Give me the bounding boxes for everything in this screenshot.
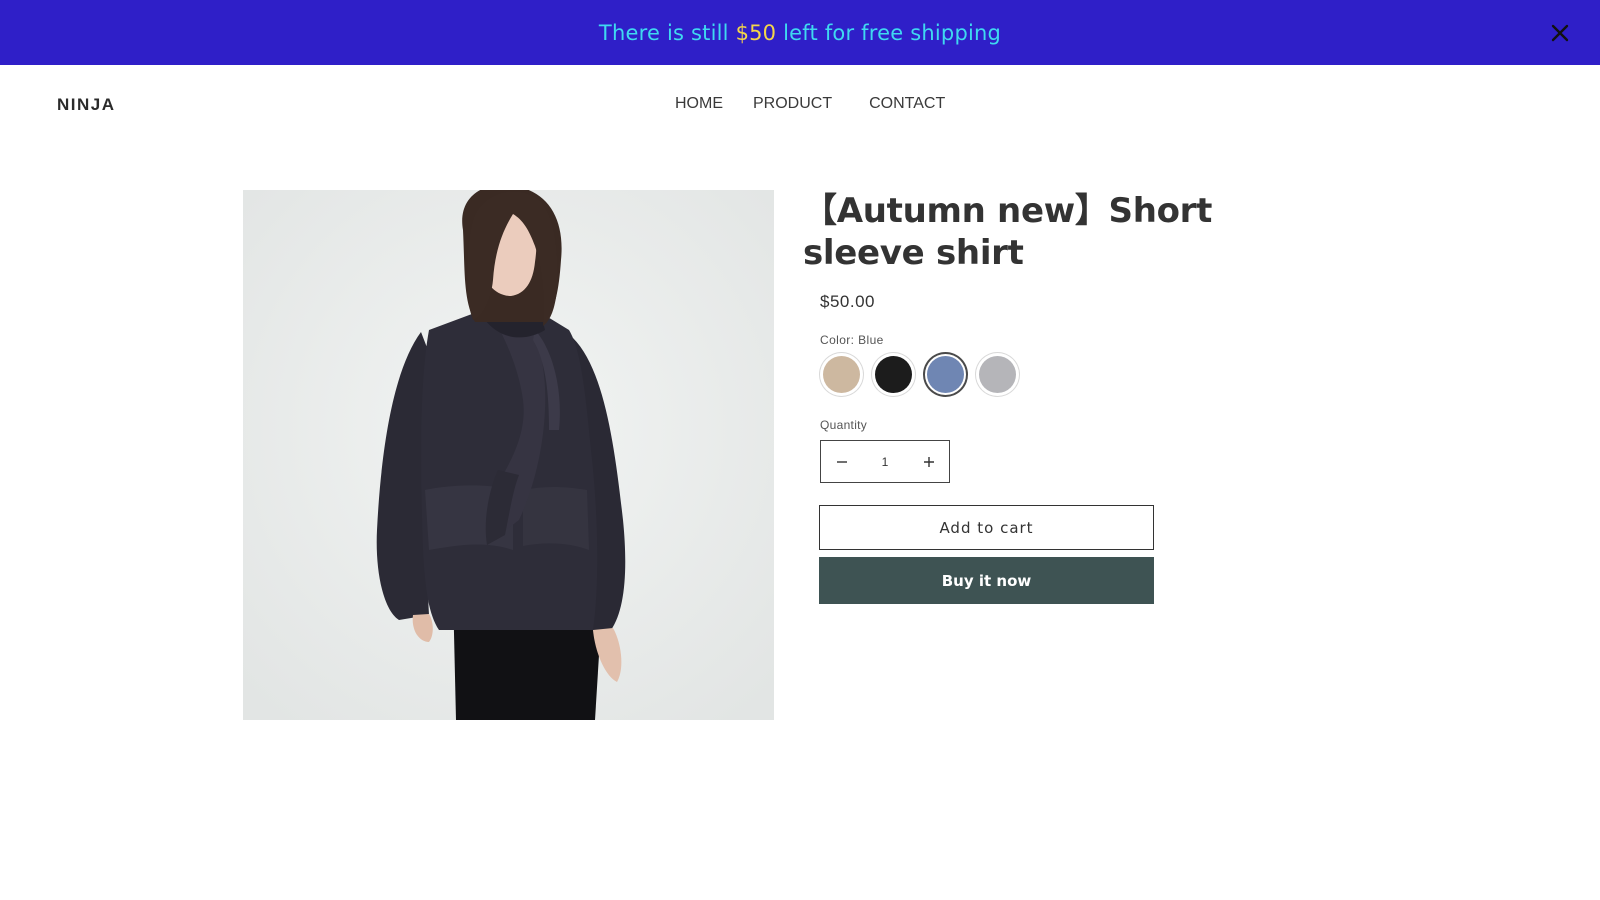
- shipping-amount: $50: [735, 20, 777, 45]
- announcement-text: There is still $50 left for free shippin…: [599, 21, 1001, 45]
- nav-product[interactable]: PRODUCT: [753, 95, 832, 113]
- product-photo-illustration: [243, 190, 774, 720]
- swatch-blue[interactable]: [927, 356, 964, 393]
- swatch-gray[interactable]: [979, 356, 1016, 393]
- swatch-black[interactable]: [875, 356, 912, 393]
- site-logo[interactable]: NINJA: [57, 95, 116, 115]
- plus-icon: [923, 456, 934, 467]
- quantity-input[interactable]: [862, 441, 908, 482]
- announcement-bar: There is still $50 left for free shippin…: [0, 0, 1600, 65]
- add-to-cart-button[interactable]: Add to cart: [819, 505, 1154, 550]
- quantity-decrease-button[interactable]: [821, 441, 862, 482]
- announcement-text-before: There is still: [598, 20, 736, 45]
- nav-home[interactable]: HOME: [675, 95, 723, 113]
- quantity-stepper: [820, 440, 950, 483]
- quantity-increase-button[interactable]: [908, 441, 949, 482]
- product-title: 【Autumn new】Short sleeve shirt: [803, 191, 1213, 273]
- nav-contact[interactable]: CONTACT: [869, 95, 945, 113]
- color-swatches: [823, 356, 1016, 393]
- color-label: Color: Blue: [820, 333, 884, 347]
- minus-icon: [836, 460, 847, 463]
- product-price: $50.00: [820, 292, 875, 311]
- close-icon[interactable]: [1548, 21, 1572, 45]
- site-header: NINJA HOME PRODUCT CONTACT: [0, 65, 1600, 145]
- product-info: 【Autumn new】Short sleeve shirt $50.00 Co…: [803, 190, 1323, 604]
- quantity-label: Quantity: [820, 418, 868, 432]
- swatch-beige[interactable]: [823, 356, 860, 393]
- product-image[interactable]: [243, 190, 774, 720]
- announcement-text-after: left for free shipping: [776, 20, 1002, 45]
- buy-now-button[interactable]: Buy it now: [819, 557, 1154, 604]
- main-nav: HOME PRODUCT CONTACT: [675, 95, 945, 113]
